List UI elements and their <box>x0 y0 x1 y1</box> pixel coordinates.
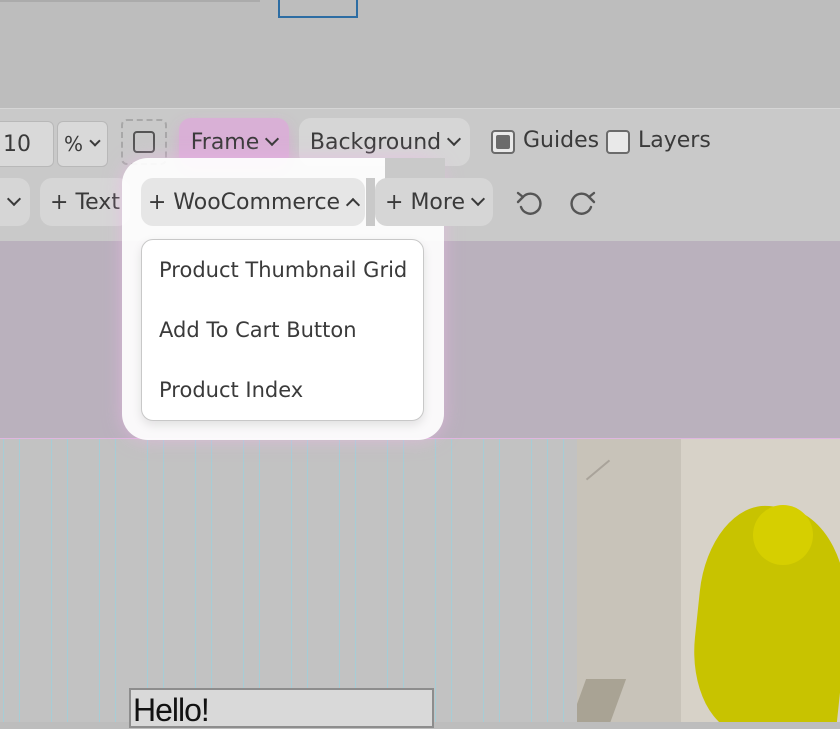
woocommerce-dropdown-menu: Product Thumbnail Grid Add To Cart Butto… <box>141 239 424 421</box>
selected-element-outline[interactable] <box>278 0 358 18</box>
chevron-down-icon <box>89 135 101 147</box>
guide-line <box>19 439 20 722</box>
more-label: + More <box>385 189 465 215</box>
guide-line <box>195 439 196 722</box>
woocommerce-dropdown-button[interactable]: + WooCommerce <box>141 178 365 226</box>
guide-line <box>547 439 548 722</box>
clipped-top-text <box>0 0 272 6</box>
guide-line <box>99 439 100 722</box>
guide-line <box>147 439 148 722</box>
guides-label: Guides <box>523 128 600 153</box>
chevron-down-icon <box>447 131 462 147</box>
photo-detail <box>585 459 611 481</box>
add-text-button[interactable]: + Text <box>40 178 130 226</box>
menu-item-add-to-cart-button[interactable]: Add To Cart Button <box>142 300 423 360</box>
guide-line <box>387 439 388 722</box>
frame-label: Frame <box>190 129 260 155</box>
guide-line <box>211 439 212 722</box>
more-dropdown-button[interactable]: + More <box>375 178 493 226</box>
canvas-area <box>0 439 840 722</box>
photo-detail <box>577 679 627 722</box>
chevron-down-icon <box>470 191 486 207</box>
unit-select[interactable]: % <box>57 121 108 167</box>
guide-line <box>3 439 4 722</box>
chevron-down-icon <box>6 191 22 207</box>
guide-line <box>163 439 164 722</box>
guide-line <box>499 439 500 722</box>
heading-block[interactable]: Hello! <box>129 688 434 728</box>
guide-line <box>291 439 292 722</box>
layers-label: Layers <box>638 128 711 153</box>
menu-item-product-thumbnail-grid[interactable]: Product Thumbnail Grid <box>142 240 423 300</box>
unit-label: % <box>64 132 84 156</box>
add-text-label: + Text <box>50 189 120 215</box>
guide-line <box>51 439 52 722</box>
chevron-up-icon <box>346 197 361 213</box>
highlight-gap <box>366 178 375 226</box>
guide-line <box>307 439 308 722</box>
guide-line <box>435 439 436 722</box>
guide-line <box>355 439 356 722</box>
guide-line <box>563 439 564 722</box>
chevron-down-icon <box>265 131 280 147</box>
background-label: Background <box>309 129 442 155</box>
guide-line <box>339 439 340 722</box>
product-photo[interactable] <box>577 439 840 722</box>
square-icon <box>133 131 155 153</box>
guide-line <box>243 439 244 722</box>
redo-icon[interactable] <box>568 188 598 218</box>
photo-yellow-object <box>753 505 813 565</box>
undo-icon[interactable] <box>514 188 544 218</box>
guide-line <box>451 439 452 722</box>
guides-checkbox[interactable] <box>491 130 515 154</box>
menu-item-product-index[interactable]: Product Index <box>142 360 423 420</box>
guide-line <box>259 439 260 722</box>
insert-dropdown-button[interactable] <box>0 178 30 226</box>
guide-line <box>67 439 68 722</box>
layers-checkbox[interactable] <box>606 130 630 154</box>
guide-line <box>115 439 116 722</box>
guide-line <box>403 439 404 722</box>
guide-line <box>531 439 532 722</box>
size-input[interactable]: 10 <box>0 121 54 167</box>
woocommerce-label: + WooCommerce <box>147 189 341 215</box>
guide-line <box>483 439 484 722</box>
top-area <box>0 0 840 108</box>
heading-text: Hello! <box>133 692 210 728</box>
